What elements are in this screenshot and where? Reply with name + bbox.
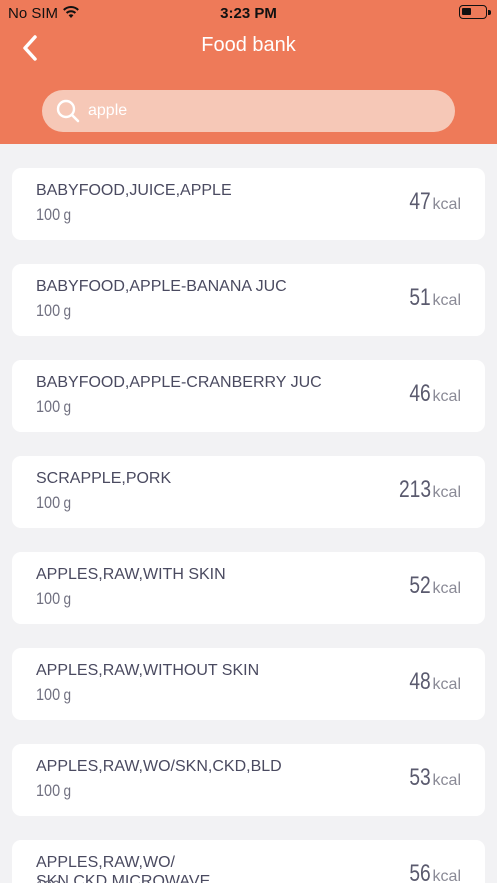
calorie-unit: kcal bbox=[432, 772, 461, 789]
calorie-unit: kcal bbox=[432, 868, 461, 883]
food-name: APPLES,RAW,WITH SKIN bbox=[36, 566, 226, 583]
food-item[interactable]: APPLES,RAW,WITH SKIN 100 g 52 kcal bbox=[12, 552, 485, 624]
food-list: BABYFOOD,JUICE,APPLE 100 g 47 kcal BABYFOOD,A… bbox=[0, 144, 497, 883]
food-name: BABYFOOD,APPLE-BANANA JUC bbox=[36, 278, 287, 295]
food-portion: 100g bbox=[36, 493, 71, 513]
calorie-value: 56 bbox=[409, 860, 431, 883]
food-portion: 100g bbox=[36, 205, 71, 225]
food-calories: 51 kcal bbox=[404, 284, 461, 312]
food-portion: 100 g bbox=[36, 877, 71, 883]
food-item[interactable]: BABYFOOD,APPLE-CRANBERRY JUC 100 g 46 kcal bbox=[12, 360, 485, 432]
calorie-unit: kcal bbox=[432, 676, 461, 693]
calorie-value: 51 bbox=[409, 284, 431, 311]
header-bar: No SIM 3:23 PM Food bank bbox=[0, 0, 497, 144]
calorie-unit: kcal bbox=[432, 388, 461, 405]
food-calories: 47 kcal bbox=[404, 188, 461, 216]
food-name: APPLES,RAW,WO/ SKN,CKD,MICROWAVE bbox=[36, 854, 211, 883]
food-calories: 46 kcal bbox=[404, 380, 461, 408]
calorie-value: 213 bbox=[398, 476, 431, 503]
food-portion: 100g bbox=[36, 301, 71, 321]
calorie-value: 52 bbox=[409, 572, 431, 599]
food-item[interactable]: BABYFOOD,JUICE,APPLE 100 g 47 kcal bbox=[12, 168, 485, 240]
portion-amount: 100 bbox=[36, 493, 61, 512]
calorie-value: 47 bbox=[409, 188, 431, 215]
food-calories: 53 kcal bbox=[404, 764, 461, 792]
portion-unit: g bbox=[63, 207, 72, 224]
portion-unit: g bbox=[64, 879, 72, 883]
portion-amount: 100 bbox=[36, 301, 61, 320]
food-name: APPLES,RAW,WO/SKN,CKD,BLD bbox=[36, 758, 282, 775]
portion-unit: g bbox=[63, 399, 72, 416]
food-calories: 56 kcal bbox=[404, 860, 461, 883]
portion-amount: 100 bbox=[36, 589, 61, 608]
battery-icon bbox=[459, 5, 491, 19]
food-calories: 48 kcal bbox=[404, 668, 461, 696]
food-portion: 100g bbox=[36, 781, 71, 801]
food-calories: 213 kcal bbox=[391, 476, 461, 504]
food-portion: 100g bbox=[36, 589, 71, 609]
calorie-unit: kcal bbox=[432, 196, 461, 213]
food-item[interactable]: BABYFOOD,APPLE-BANANA JUC 100 g 51 kcal bbox=[12, 264, 485, 336]
food-name: APPLES,RAW,WITHOUT SKIN bbox=[36, 662, 260, 679]
calorie-value: 46 bbox=[409, 380, 431, 407]
food-portion: 100g bbox=[36, 685, 71, 705]
calorie-unit: kcal bbox=[432, 580, 461, 597]
portion-unit: g bbox=[63, 495, 72, 512]
calorie-value: 53 bbox=[409, 764, 431, 791]
page-title: Food bank bbox=[201, 34, 296, 56]
search-input[interactable] bbox=[88, 90, 438, 132]
search-icon bbox=[56, 99, 80, 123]
portion-amount: 100 bbox=[36, 205, 61, 224]
food-item[interactable]: APPLES,RAW,WITHOUT SKIN 100 g 48 kcal bbox=[12, 648, 485, 720]
portion-unit: g bbox=[63, 783, 72, 800]
status-bar: No SIM 3:23 PM bbox=[0, 0, 497, 26]
food-name: BABYFOOD,APPLE-CRANBERRY JUC bbox=[36, 374, 322, 391]
portion-unit: g bbox=[63, 591, 72, 608]
calorie-value: 48 bbox=[409, 668, 431, 695]
food-name: BABYFOOD,JUICE,APPLE bbox=[36, 182, 232, 199]
portion-unit: g bbox=[63, 687, 72, 704]
food-calories: 52 kcal bbox=[404, 572, 461, 600]
calorie-unit: kcal bbox=[432, 292, 461, 309]
food-name: SCRAPPLE,PORK bbox=[36, 470, 172, 487]
food-item[interactable]: APPLES,RAW,WO/ SKN,CKD,MICROWAVE100 g 56kc… bbox=[12, 840, 485, 883]
portion-unit: g bbox=[63, 303, 72, 320]
calorie-unit: kcal bbox=[432, 484, 461, 501]
portion-amount: 100 bbox=[36, 685, 61, 704]
food-item[interactable]: APPLES,RAW,WO/SKN,CKD,BLD 100 g 53 kcal bbox=[12, 744, 485, 816]
portion-amount: 100 bbox=[36, 781, 61, 800]
portion-amount: 100 bbox=[36, 877, 60, 883]
food-portion: 100g bbox=[36, 397, 71, 417]
clock-time: 3:23 PM bbox=[220, 5, 277, 22]
food-item[interactable]: SCRAPPLE,PORK 100 g 213 kcal bbox=[12, 456, 485, 528]
portion-amount: 100 bbox=[36, 397, 61, 416]
search-bar[interactable] bbox=[42, 90, 455, 132]
